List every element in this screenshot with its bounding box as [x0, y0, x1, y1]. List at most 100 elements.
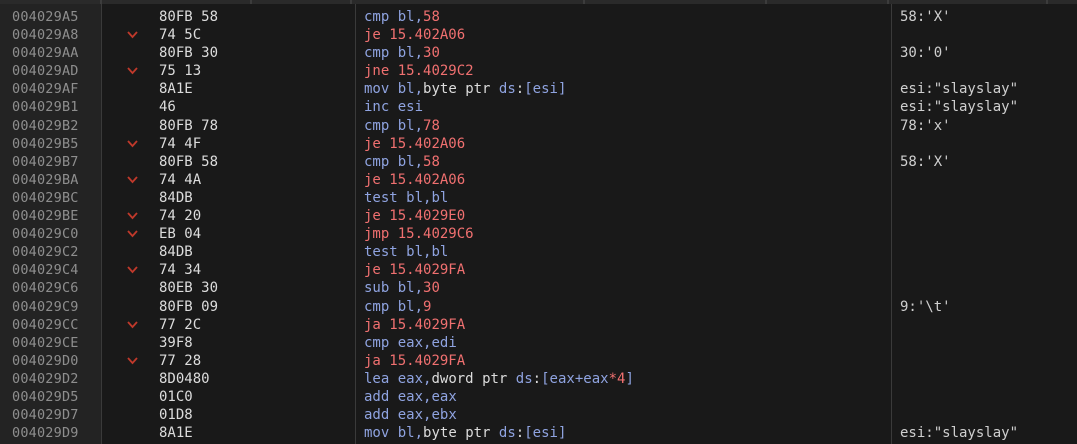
- instruction-row[interactable]: 004029B1 46 inc esi esi:"slayslay": [0, 98, 1077, 116]
- instruction-cell: cmp bl,58: [364, 8, 440, 26]
- instruction-list: 004029A5 80FB 58 cmp bl,58 58:'X' 004029A8 74…: [0, 8, 1077, 442]
- bytes-cell: 84DB: [159, 189, 193, 206]
- mnemonic: je: [364, 27, 381, 44]
- bytes-cell: 74 34: [159, 262, 202, 279]
- bytes-cell: 74 20: [159, 208, 202, 225]
- instruction-row[interactable]: 004029D2 8D0480 lea eax,dword ptr ds:[eax+…: [0, 370, 1077, 388]
- disassembly-view[interactable]: 004029A5 80FB 58 cmp bl,58 58:'X' 004029A8 74…: [0, 0, 1077, 444]
- operand: eax,eax: [397, 388, 457, 405]
- instruction-cell: test bl,bl: [364, 189, 448, 207]
- bytes-cell: 80EB 30: [159, 280, 219, 297]
- column-resize-handle[interactable]: [887, 0, 889, 4]
- chevron-down-icon: [127, 62, 141, 80]
- instruction-cell: lea eax,dword ptr ds:[eax+eax*4]: [364, 370, 634, 388]
- address-cell: 004029C9: [12, 298, 79, 315]
- instruction-cell: cmp bl,78: [364, 117, 440, 135]
- column-resize-handle[interactable]: [350, 0, 352, 4]
- mnemonic: je: [364, 171, 381, 188]
- operand: bl,byte ptr ds:[esi]: [397, 81, 567, 98]
- instruction-cell: cmp bl,30: [364, 44, 440, 62]
- instruction-cell: ja 15.4029FA: [364, 316, 465, 334]
- instruction-row[interactable]: 004029A8 74 5C je 15.402A06: [0, 26, 1077, 44]
- instruction-row[interactable]: 004029D7 01D8 add eax,ebx: [0, 406, 1077, 424]
- instruction-cell: cmp bl,9: [364, 298, 431, 316]
- instruction-row[interactable]: 004029D5 01C0 add eax,eax: [0, 388, 1077, 406]
- instruction-cell: test bl,bl: [364, 243, 448, 261]
- instruction-row[interactable]: 004029C6 80EB 30 sub bl,30: [0, 279, 1077, 297]
- address-cell: 004029D0: [12, 352, 79, 369]
- bytes-cell: EB 04: [159, 226, 202, 243]
- address-cell: 004029CC: [12, 316, 79, 333]
- instruction-row[interactable]: 004029AA 80FB 30 cmp bl,30 30:'0': [0, 44, 1077, 62]
- address-cell: 004029D2: [12, 370, 79, 387]
- column-resize-handle[interactable]: [765, 0, 767, 4]
- instruction-cell: mov bl,byte ptr ds:[esi]: [364, 424, 566, 442]
- chevron-down-icon: [127, 171, 141, 189]
- instruction-row[interactable]: 004029C9 80FB 09 cmp bl,9 9:'\t': [0, 298, 1077, 316]
- operand: bl,58: [397, 9, 440, 25]
- operand: eax,edi: [397, 334, 457, 351]
- column-resize-handle[interactable]: [583, 0, 585, 4]
- mnemonic: cmp: [364, 153, 390, 170]
- instruction-row[interactable]: 004029BA 74 4A je 15.402A06: [0, 171, 1077, 189]
- mnemonic: mov: [364, 425, 390, 442]
- bytes-cell: 80FB 58: [159, 9, 219, 25]
- instruction-row[interactable]: 004029B2 80FB 78 cmp bl,78 78:'x': [0, 117, 1077, 135]
- operand: 15.4029E0: [389, 208, 466, 225]
- chevron-down-icon: [127, 316, 141, 334]
- instruction-cell: je 15.4029FA: [364, 261, 465, 279]
- instruction-row[interactable]: 004029B5 74 4F je 15.402A06: [0, 135, 1077, 153]
- operand: 15.402A06: [389, 27, 466, 44]
- mnemonic: lea: [364, 370, 390, 387]
- instruction-cell: sub bl,30: [364, 279, 440, 297]
- operand: 15.4029FA: [389, 352, 466, 369]
- instruction-row[interactable]: 004029BC 84DB test bl,bl: [0, 189, 1077, 207]
- operand: bl,byte ptr ds:[esi]: [397, 425, 567, 442]
- instruction-row[interactable]: 004029C4 74 34 je 15.4029FA: [0, 261, 1077, 279]
- bytes-cell: 8A1E: [159, 81, 193, 98]
- column-resize-handle[interactable]: [250, 0, 252, 4]
- address-cell: 004029B1: [12, 99, 79, 116]
- instruction-row[interactable]: 004029AD 75 13 jne 15.4029C2: [0, 62, 1077, 80]
- address-cell: 004029D7: [12, 407, 79, 424]
- comment-cell: 9:'\t': [900, 298, 951, 315]
- address-cell: 004029C4: [12, 262, 79, 279]
- chevron-down-icon: [127, 207, 141, 225]
- bytes-cell: 77 28: [159, 352, 202, 369]
- instruction-row[interactable]: 004029D9 8A1E mov bl,byte ptr ds:[esi] esi:…: [0, 424, 1077, 442]
- comment-cell: esi:"slayslay": [900, 99, 1019, 116]
- instruction-cell: je 15.402A06: [364, 26, 465, 44]
- chevron-down-icon: [127, 135, 141, 153]
- instruction-cell: je 15.4029E0: [364, 207, 465, 225]
- address-cell: 004029BA: [12, 171, 79, 188]
- instruction-cell: je 15.402A06: [364, 135, 465, 153]
- instruction-row[interactable]: 004029AF 8A1E mov bl,byte ptr ds:[esi] esi:…: [0, 80, 1077, 98]
- instruction-row[interactable]: 004029C0 EB 04 jmp 15.4029C6: [0, 225, 1077, 243]
- operand: 15.402A06: [389, 135, 466, 152]
- mnemonic: cmp: [364, 45, 390, 62]
- column-header-bar[interactable]: [0, 0, 1077, 4]
- instruction-cell: cmp bl,58: [364, 153, 440, 171]
- bytes-cell: 74 4A: [159, 171, 202, 188]
- instruction-row[interactable]: 004029BE 74 20 je 15.4029E0: [0, 207, 1077, 225]
- instruction-row[interactable]: 004029B7 80FB 58 cmp bl,58 58:'X': [0, 153, 1077, 171]
- operand: 15.402A06: [389, 171, 466, 188]
- mnemonic: jmp: [364, 226, 390, 243]
- address-cell: 004029A5: [12, 9, 79, 25]
- operand: 15.4029FA: [389, 316, 466, 333]
- instruction-row[interactable]: 004029CE 39F8 cmp eax,edi: [0, 334, 1077, 352]
- mnemonic: cmp: [364, 9, 390, 25]
- column-resize-handle[interactable]: [1046, 0, 1048, 4]
- address-cell: 004029BC: [12, 189, 79, 206]
- address-cell: 004029C0: [12, 226, 79, 243]
- instruction-cell: inc esi: [364, 98, 423, 116]
- mnemonic: cmp: [364, 117, 390, 134]
- instruction-row[interactable]: 004029A5 80FB 58 cmp bl,58 58:'X': [0, 8, 1077, 26]
- instruction-row[interactable]: 004029CC 77 2C ja 15.4029FA: [0, 316, 1077, 334]
- address-cell: 004029AF: [12, 81, 79, 98]
- instruction-row[interactable]: 004029D0 77 28 ja 15.4029FA: [0, 352, 1077, 370]
- mnemonic: je: [364, 262, 381, 279]
- chevron-down-icon: [127, 225, 141, 243]
- mnemonic: inc: [364, 99, 390, 116]
- instruction-row[interactable]: 004029C2 84DB test bl,bl: [0, 243, 1077, 261]
